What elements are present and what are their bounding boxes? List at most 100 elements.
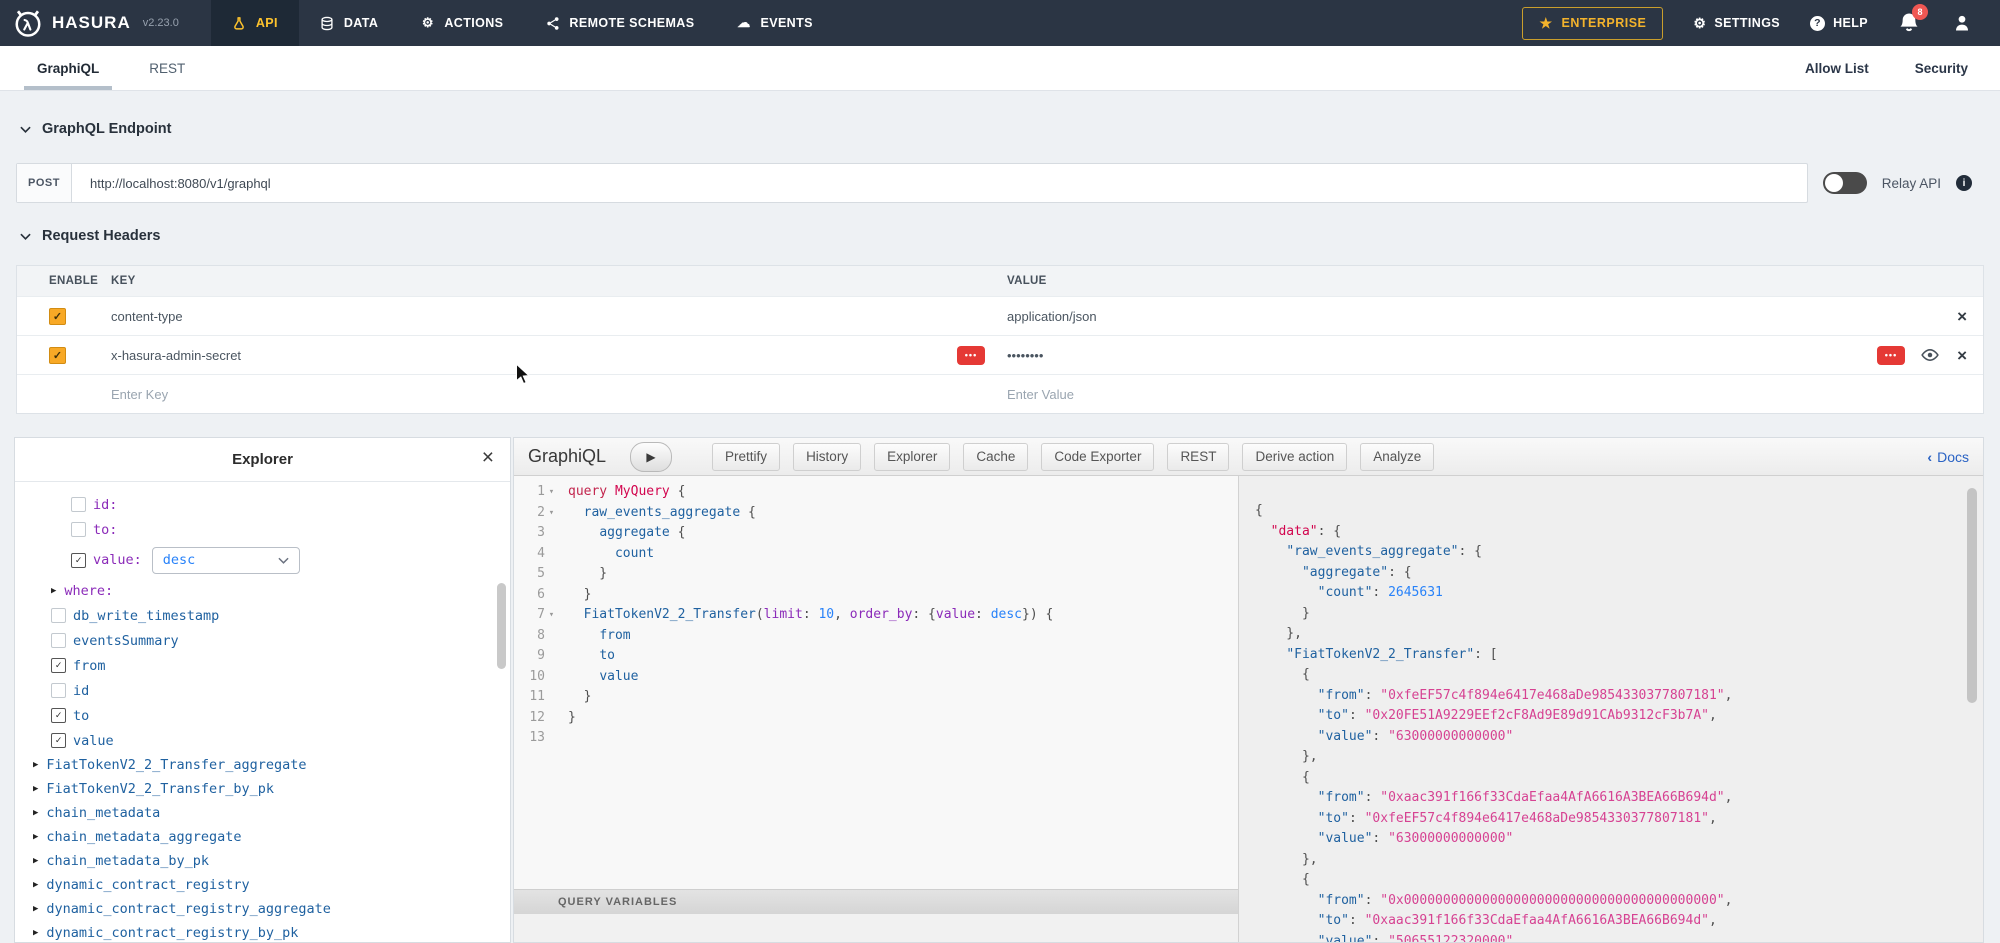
explorer-root-FiatTokenV2_2_Transfer_by_pk[interactable]: ▶FiatTokenV2_2_Transfer_by_pk bbox=[15, 777, 510, 801]
explorer-expand-where[interactable]: ▶where: bbox=[15, 578, 510, 603]
checkbox[interactable] bbox=[71, 497, 86, 512]
notifications-button[interactable]: 8 bbox=[1898, 11, 1922, 35]
endpoint-section-header[interactable]: GraphQL Endpoint bbox=[20, 121, 171, 137]
hasura-logo[interactable]: HASURA bbox=[0, 0, 131, 46]
explorer-scrollbar[interactable] bbox=[497, 583, 506, 669]
explorer-root-chain_metadata_by_pk[interactable]: ▶chain_metadata_by_pk bbox=[15, 849, 510, 873]
explorer-root-chain_metadata_aggregate[interactable]: ▶chain_metadata_aggregate bbox=[15, 825, 510, 849]
new-header-value-input[interactable]: Enter Value bbox=[1007, 387, 1074, 402]
tab-graphiql[interactable]: GraphiQL bbox=[32, 46, 104, 90]
query-variables-label: QUERY VARIABLES bbox=[558, 896, 677, 908]
checkbox[interactable] bbox=[51, 608, 66, 623]
header-key-input[interactable]: x-hasura-admin-secret bbox=[111, 348, 241, 363]
explorer-arg-id[interactable]: id: bbox=[15, 492, 510, 517]
header-value-input[interactable]: •••••••• bbox=[1007, 348, 1043, 363]
execute-query-button[interactable]: ▶ bbox=[630, 442, 672, 472]
checkbox[interactable]: ✓ bbox=[51, 708, 66, 723]
docs-link[interactable]: ‹ Docs bbox=[1927, 449, 1969, 465]
explorer-root-dynamic_contract_registry_by_pk[interactable]: ▶dynamic_contract_registry_by_pk bbox=[15, 921, 510, 942]
header-enable-checkbox[interactable]: ✓ bbox=[49, 347, 66, 364]
eye-icon[interactable] bbox=[1921, 348, 1939, 362]
code-line: }, bbox=[1255, 850, 1983, 871]
code-line: } bbox=[1255, 604, 1983, 625]
fold-icon[interactable]: ▾ bbox=[545, 605, 558, 626]
explorer-root-chain_metadata[interactable]: ▶chain_metadata bbox=[15, 801, 510, 825]
endpoint-url-input[interactable]: http://localhost:8080/v1/graphql bbox=[72, 164, 1807, 202]
explorer-root-FiatTokenV2_2_Transfer_aggregate[interactable]: ▶FiatTokenV2_2_Transfer_aggregate bbox=[15, 753, 510, 777]
root-field-label: dynamic_contract_registry_aggregate bbox=[46, 901, 330, 917]
nav-item-data[interactable]: DATA bbox=[299, 0, 399, 46]
user-icon[interactable] bbox=[1952, 13, 1972, 33]
chevron-down-icon bbox=[20, 126, 31, 133]
toolbar-button-analyze[interactable]: Analyze bbox=[1360, 443, 1434, 471]
explorer-field-from[interactable]: ✓from bbox=[15, 653, 510, 678]
enum-select[interactable]: desc bbox=[152, 547, 300, 574]
security-link[interactable]: Security bbox=[1915, 61, 1968, 76]
enterprise-button[interactable]: ★ ENTERPRISE bbox=[1522, 7, 1663, 40]
help-button[interactable]: ? HELP bbox=[1810, 16, 1868, 31]
results-scrollbar[interactable] bbox=[1967, 488, 1977, 703]
line-number: 8 bbox=[514, 626, 560, 647]
enable-cell: ✓ bbox=[17, 347, 105, 364]
database-icon bbox=[320, 16, 335, 31]
explorer-arg-to[interactable]: to: bbox=[15, 517, 510, 542]
fold-icon[interactable]: ▾ bbox=[545, 482, 558, 503]
tab-rest[interactable]: REST bbox=[144, 46, 190, 90]
relay-api-toggle[interactable] bbox=[1823, 172, 1867, 194]
query-variables-editor[interactable] bbox=[514, 914, 1238, 942]
cloud-icon: ☁ bbox=[736, 16, 751, 31]
header-key-input[interactable]: content-type bbox=[111, 309, 183, 324]
admin-secret-badge[interactable]: ••• bbox=[1877, 346, 1905, 365]
query-variables-bar[interactable]: QUERY VARIABLES bbox=[514, 889, 1238, 914]
toolbar-button-rest[interactable]: REST bbox=[1167, 443, 1229, 471]
header-enable-checkbox[interactable]: ✓ bbox=[49, 308, 66, 325]
remove-header-icon[interactable]: × bbox=[1957, 308, 1967, 325]
close-icon[interactable]: × bbox=[482, 447, 494, 468]
explorer-field-to[interactable]: ✓to bbox=[15, 703, 510, 728]
allow-list-link[interactable]: Allow List bbox=[1805, 61, 1869, 76]
checkbox[interactable] bbox=[71, 522, 86, 537]
key-cell: Enter Key bbox=[105, 387, 1001, 402]
explorer-field-id[interactable]: id bbox=[15, 678, 510, 703]
value-cell: application/json × bbox=[1001, 309, 1983, 324]
admin-secret-badge[interactable]: ••• bbox=[957, 346, 985, 365]
settings-button[interactable]: ⚙ SETTINGS bbox=[1693, 16, 1780, 30]
checkbox[interactable] bbox=[51, 683, 66, 698]
help-label: HELP bbox=[1833, 16, 1868, 30]
graphiql-panel: GraphiQL ▶ PrettifyHistoryExplorerCacheC… bbox=[513, 437, 1984, 943]
explorer-root-dynamic_contract_registry[interactable]: ▶dynamic_contract_registry bbox=[15, 873, 510, 897]
remove-header-icon[interactable]: × bbox=[1957, 347, 1967, 364]
toolbar-button-history[interactable]: History bbox=[793, 443, 861, 471]
nav-item-actions[interactable]: ⚙ACTIONS bbox=[399, 0, 524, 46]
toolbar-button-cache[interactable]: Cache bbox=[963, 443, 1028, 471]
field-label: db_write_timestamp bbox=[73, 608, 219, 624]
explorer-field-value[interactable]: ✓value bbox=[15, 728, 510, 753]
new-header-key-input[interactable]: Enter Key bbox=[111, 387, 168, 402]
toolbar-button-explorer[interactable]: Explorer bbox=[874, 443, 950, 471]
tree-arrow-icon: ▶ bbox=[33, 808, 38, 818]
explorer-arg-value[interactable]: ✓value:desc bbox=[15, 542, 510, 578]
checkbox[interactable] bbox=[51, 633, 66, 648]
fold-icon[interactable]: ▾ bbox=[545, 503, 558, 524]
checkbox[interactable]: ✓ bbox=[71, 553, 86, 568]
value-cell: •••••••••••× bbox=[1001, 348, 1983, 363]
toolbar-button-prettify[interactable]: Prettify bbox=[712, 443, 780, 471]
checkbox[interactable]: ✓ bbox=[51, 658, 66, 673]
headers-section-header[interactable]: Request Headers bbox=[20, 228, 160, 244]
nav-item-api[interactable]: API bbox=[211, 0, 299, 46]
explorer-root-dynamic_contract_registry_aggregate[interactable]: ▶dynamic_contract_registry_aggregate bbox=[15, 897, 510, 921]
code-line: "FiatTokenV2_2_Transfer": [ bbox=[1255, 645, 1983, 666]
graphiql-playground: Explorer × id:to:✓value:desc▶where: db_wr… bbox=[14, 437, 1984, 943]
info-icon[interactable]: i bbox=[1956, 175, 1972, 191]
toolbar-button-derive-action[interactable]: Derive action bbox=[1242, 443, 1347, 471]
query-editor[interactable]: 1▾2▾34567▾8910111213 query MyQuery { raw… bbox=[514, 476, 1238, 889]
toolbar-button-code-exporter[interactable]: Code Exporter bbox=[1041, 443, 1154, 471]
code-line: "value": "63000000000000" bbox=[1255, 829, 1983, 850]
nav-item-remote-schemas[interactable]: REMOTE SCHEMAS bbox=[524, 0, 715, 46]
checkbox[interactable]: ✓ bbox=[51, 733, 66, 748]
header-value-input[interactable]: application/json bbox=[1007, 309, 1097, 324]
root-field-label: FiatTokenV2_2_Transfer_aggregate bbox=[46, 757, 306, 773]
nav-item-events[interactable]: ☁EVENTS bbox=[715, 0, 833, 46]
explorer-field-eventsSummary[interactable]: eventsSummary bbox=[15, 628, 510, 653]
explorer-field-db_write_timestamp[interactable]: db_write_timestamp bbox=[15, 603, 510, 628]
